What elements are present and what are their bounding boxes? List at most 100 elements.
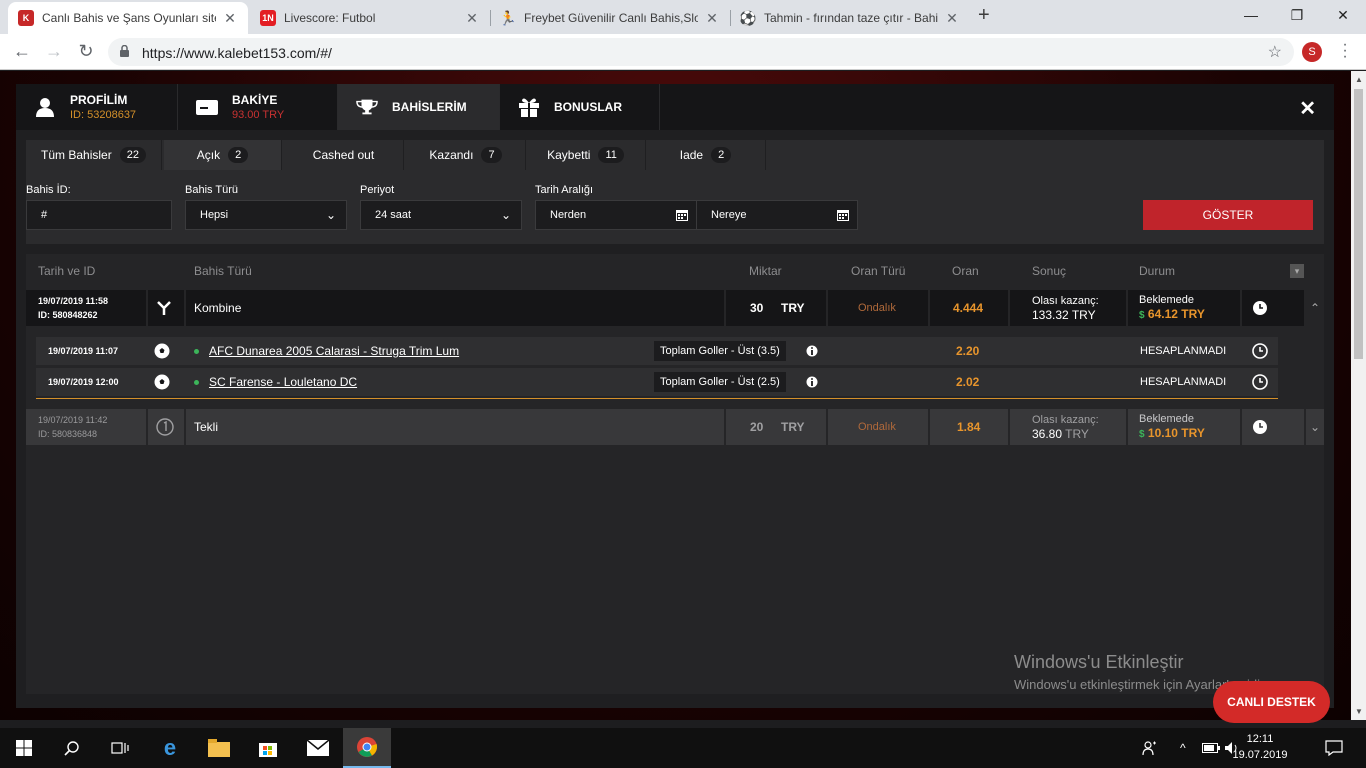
tab-balance[interactable]: BAKİYE 93.00 TRY	[178, 84, 338, 130]
bet-history-clock-icon[interactable]	[1252, 290, 1268, 326]
mail-icon[interactable]	[294, 728, 342, 768]
tab-my-bets[interactable]: BAHİSLERİM	[338, 84, 500, 130]
bet-row[interactable]: 19/07/2019 11:58 ID: 580848262 Kombine 3…	[26, 290, 1304, 326]
date-to-input[interactable]: Nereye	[696, 200, 858, 230]
combo-legs: 19/07/2019 11:07 AFC Dunarea 2005 Calara…	[36, 337, 1278, 399]
leg-row: 19/07/2019 12:00 SC Farense - Louletano …	[36, 368, 1278, 396]
windows-start-icon[interactable]	[0, 728, 48, 768]
taskbar-clock[interactable]: 12:11 19.07.2019	[1230, 731, 1290, 763]
info-icon[interactable]	[806, 368, 818, 396]
leg-odds: 2.20	[956, 344, 980, 358]
bookmark-star-icon[interactable]: ☆	[1268, 42, 1282, 62]
status-cell: Beklemede $ 10.10 TRY	[1139, 409, 1205, 445]
close-tab-icon[interactable]: ✕	[944, 10, 960, 27]
browser-tab-livescore[interactable]: 1N Livescore: Futbol ✕	[250, 2, 490, 34]
bet-type-value: Hepsi	[200, 209, 229, 221]
task-view-icon[interactable]	[96, 728, 144, 768]
browser-tab-freybet[interactable]: 🏃 Freybet Güvenilir Canlı Bahis,Slot ✕	[490, 2, 730, 34]
bet-row[interactable]: 19/07/2019 11:42 ID: 580836848 Tekli 20	[26, 409, 1304, 445]
address-bar[interactable]: https://www.kalebet153.com/#/ ☆	[108, 38, 1294, 66]
scroll-down-icon[interactable]: ▼	[1355, 707, 1363, 716]
header-status: Durum	[1139, 264, 1176, 278]
back-button[interactable]: ←	[12, 41, 32, 61]
info-icon[interactable]	[806, 337, 818, 365]
status-tab-label: Kazandı	[429, 148, 474, 162]
close-modal-icon[interactable]: ✕	[1299, 96, 1316, 121]
forward-button[interactable]: →	[44, 41, 64, 61]
status-cell: Beklemede $ 64.12 TRY	[1139, 290, 1205, 326]
close-tab-icon[interactable]: ✕	[222, 10, 238, 27]
battery-icon[interactable]	[1202, 728, 1220, 768]
live-dot	[194, 379, 199, 385]
wallet-icon	[196, 97, 218, 117]
windows-taskbar: e ^ 12:11 19.07.2019	[0, 728, 1366, 768]
bet-currency-cell: TRY	[781, 409, 805, 445]
cashout-coin-icon: $	[1139, 310, 1145, 321]
tab-all-bets[interactable]: Tüm Bahisler 22	[26, 140, 162, 170]
tab-title: Canlı Bahis ve Şans Oyunları sites	[42, 11, 217, 25]
balance-label: BAKİYE	[232, 93, 278, 107]
tab-refund[interactable]: Iade 2	[646, 140, 766, 170]
bet-type: Tekli	[194, 420, 219, 434]
bet-status: Beklemede	[1139, 413, 1195, 425]
gift-icon	[518, 97, 540, 117]
bet-date-cell: 19/07/2019 11:42 ID: 580836848	[38, 409, 148, 445]
tab-won[interactable]: Kazandı 7	[406, 140, 526, 170]
tab-bonuses[interactable]: BONUSLAR	[500, 84, 660, 130]
url-text: https://www.kalebet153.com/#/	[142, 45, 332, 61]
profile-avatar[interactable]: S	[1302, 42, 1322, 62]
bet-amount: 20	[750, 420, 764, 434]
bet-id-input[interactable]: #	[26, 200, 172, 230]
chevron-down-icon[interactable]: ⌄	[1306, 409, 1324, 445]
reload-button[interactable]: ↻	[76, 41, 96, 61]
leg-event-link[interactable]: SC Farense - Louletano DC	[209, 375, 357, 389]
live-dot	[194, 348, 199, 354]
bet-currency: TRY	[781, 420, 805, 434]
close-tab-icon[interactable]: ✕	[464, 10, 480, 27]
leg-event-link[interactable]: AFC Dunarea 2005 Calarasi - Struga Trim …	[209, 344, 459, 358]
header-date-id: Tarih ve ID	[38, 264, 96, 278]
browser-tab-tahmin[interactable]: ⚽ Tahmin - fırından taze çıtır - Bahi ✕	[730, 2, 970, 34]
search-icon[interactable]	[48, 728, 96, 768]
status-tab-count: 2	[228, 147, 249, 163]
scrollbar-thumb[interactable]	[1354, 89, 1363, 359]
chevron-up-tray-icon[interactable]: ^	[1180, 728, 1186, 768]
status-tab-label: Açık	[196, 148, 221, 162]
scroll-up-icon[interactable]: ▲	[1355, 75, 1363, 84]
store-icon[interactable]	[244, 728, 292, 768]
notifications-icon[interactable]	[1325, 728, 1343, 768]
status-tab-label: Kaybetti	[547, 148, 591, 162]
new-tab-button[interactable]: +	[978, 4, 990, 27]
minimize-button[interactable]: —	[1228, 0, 1274, 30]
collapse-all-icon[interactable]: ▾	[1290, 264, 1304, 278]
chevron-up-icon[interactable]: ⌃	[1306, 290, 1324, 326]
close-window-button[interactable]: ✕	[1320, 0, 1366, 30]
header-odds-type: Oran Türü	[851, 264, 906, 278]
bet-history-clock-icon[interactable]	[1252, 409, 1268, 445]
page-scrollbar[interactable]: ▲ ▼	[1351, 71, 1366, 720]
bet-type: Kombine	[194, 301, 242, 315]
profile-label: PROFİLİM	[70, 93, 128, 107]
possible-win-label: Olası kazanç:	[1032, 414, 1099, 426]
edge-icon[interactable]: e	[146, 728, 194, 768]
close-tab-icon[interactable]: ✕	[704, 10, 720, 27]
odds-type-cell: Ondalık	[858, 409, 896, 445]
tab-cashed-out[interactable]: Cashed out	[284, 140, 404, 170]
tab-open-bets[interactable]: Açık 2	[164, 140, 282, 170]
possible-win-value: 36.80	[1032, 427, 1063, 441]
balance-amount: 93.00 TRY	[232, 109, 285, 121]
browser-tab-kalebet[interactable]: K Canlı Bahis ve Şans Oyunları sites ✕	[8, 2, 248, 34]
browser-menu-icon[interactable]: · · ·	[1340, 37, 1350, 65]
chrome-icon[interactable]	[343, 728, 391, 768]
file-explorer-icon[interactable]	[195, 728, 243, 768]
people-icon[interactable]	[1142, 728, 1158, 768]
maximize-button[interactable]: ❐	[1274, 0, 1320, 30]
bet-type-select[interactable]: Hepsi ⌄	[185, 200, 347, 230]
live-support-button[interactable]: CANLI DESTEK	[1213, 681, 1330, 723]
date-from-input[interactable]: Nerden	[535, 200, 697, 230]
show-button[interactable]: GÖSTER	[1143, 200, 1313, 230]
tab-profile[interactable]: PROFİLİM ID: 53208637	[16, 84, 178, 130]
period-select[interactable]: 24 saat ⌄	[360, 200, 522, 230]
cashout-coin-icon: $	[1139, 429, 1145, 440]
tab-lost[interactable]: Kaybetti 11	[526, 140, 646, 170]
